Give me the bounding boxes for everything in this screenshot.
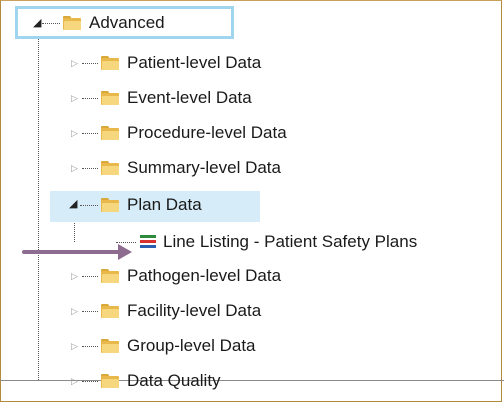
collapsed-toggle-icon[interactable]: ▷ — [71, 58, 78, 68]
tree-node-facility-level-data[interactable]: Facility-level Data — [101, 296, 261, 326]
tree-node-label: Advanced — [89, 13, 165, 32]
folder-icon — [101, 339, 119, 353]
tree-branch — [82, 133, 98, 134]
tree-node-label: Event-level Data — [127, 88, 252, 107]
collapsed-toggle-icon[interactable]: ▷ — [71, 306, 78, 316]
collapsed-toggle-icon[interactable]: ▷ — [71, 271, 78, 281]
annotation-arrow-head — [118, 244, 132, 260]
folder-icon — [101, 304, 119, 318]
line-listing-icon — [140, 235, 156, 249]
tree-branch — [116, 242, 136, 243]
tree-node-patient-level-data[interactable]: Patient-level Data — [101, 48, 261, 78]
expanded-toggle-icon[interactable]: ◢ — [33, 18, 41, 29]
tree-node-label: Facility-level Data — [127, 301, 262, 320]
folder-icon — [101, 56, 119, 70]
folder-icon — [101, 126, 119, 140]
collapsed-toggle-icon[interactable]: ▷ — [71, 93, 78, 103]
tree-branch — [82, 381, 98, 382]
tree-node-line-listing-patient-safety-plans[interactable]: Line Listing - Patient Safety Plans — [140, 227, 417, 257]
collapsed-toggle-icon[interactable]: ▷ — [71, 163, 78, 173]
tree-branch — [42, 23, 60, 24]
tree-node-label: Line Listing - Patient Safety Plans — [163, 232, 418, 251]
folder-icon — [101, 198, 119, 212]
collapsed-toggle-icon[interactable]: ▷ — [71, 376, 78, 386]
tree-node-group-level-data[interactable]: Group-level Data — [101, 331, 256, 361]
tree-node-procedure-level-data[interactable]: Procedure-level Data — [101, 118, 287, 148]
tree-node-label: Group-level Data — [127, 336, 256, 355]
tree-branch — [82, 168, 98, 169]
tree-node-label: Patient-level Data — [127, 53, 262, 72]
folder-icon — [101, 374, 119, 388]
tree-node-advanced[interactable]: Advanced — [63, 8, 165, 38]
tree-node-label: Pathogen-level Data — [127, 266, 282, 285]
collapsed-toggle-icon[interactable]: ▷ — [71, 128, 78, 138]
tree-node-label: Data Quality — [127, 371, 221, 390]
folder-icon — [101, 91, 119, 105]
folder-icon — [63, 16, 81, 30]
tree-node-label: Summary-level Data — [127, 158, 281, 177]
annotation-arrow — [22, 250, 124, 254]
tree-branch — [82, 346, 98, 347]
tree-branch — [82, 63, 98, 64]
expanded-toggle-icon[interactable]: ◢ — [69, 199, 77, 210]
tree-node-data-quality[interactable]: Data Quality — [101, 366, 221, 396]
tree-node-event-level-data[interactable]: Event-level Data — [101, 83, 252, 113]
tree-branch — [82, 311, 98, 312]
collapsed-toggle-icon[interactable]: ▷ — [71, 341, 78, 351]
tree-connector-root — [38, 25, 39, 380]
folder-icon — [101, 269, 119, 283]
tree-branch — [82, 98, 98, 99]
tree-branch — [82, 276, 98, 277]
tree-node-plan-data[interactable]: Plan Data — [101, 190, 202, 220]
tree-branch — [80, 205, 98, 206]
tree-node-summary-level-data[interactable]: Summary-level Data — [101, 153, 281, 183]
tree-node-label: Plan Data — [127, 195, 202, 214]
tree-node-pathogen-level-data[interactable]: Pathogen-level Data — [101, 261, 281, 291]
tree-node-label: Procedure-level Data — [127, 123, 287, 142]
folder-icon — [101, 161, 119, 175]
